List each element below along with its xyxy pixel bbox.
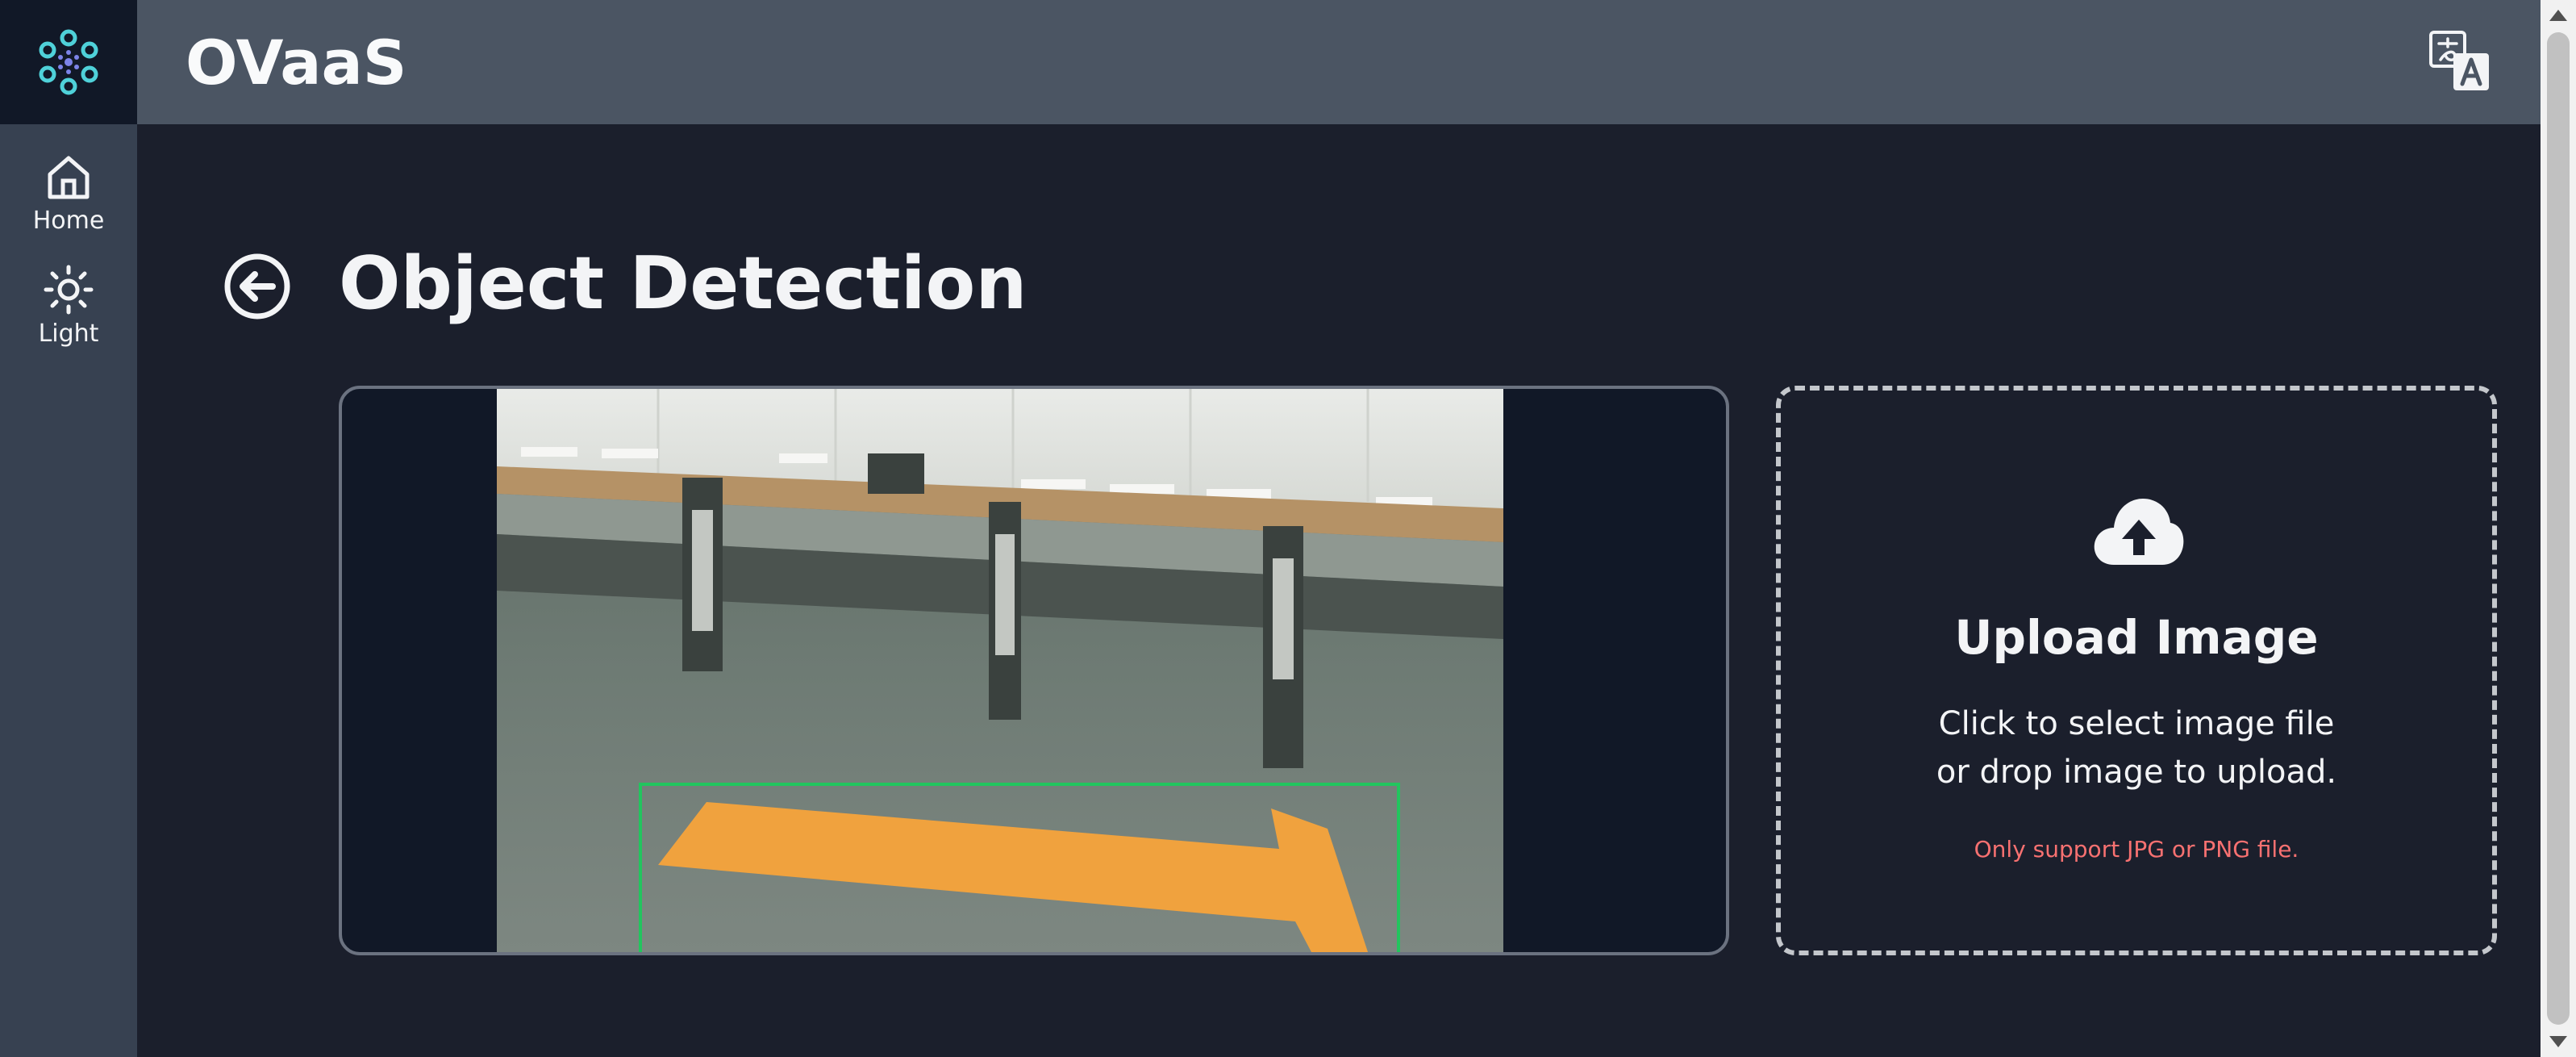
sidebar-item-light[interactable]: Light (0, 265, 137, 348)
sun-icon (44, 265, 94, 315)
logo[interactable] (0, 0, 137, 124)
page-title: Object Detection (339, 241, 1027, 326)
upload-instruction-line1: Click to select image file (1938, 705, 2335, 742)
sidebar: Home Light (0, 0, 137, 1057)
top-bar: OVaaS (137, 0, 2541, 124)
upload-instruction-line2: or drop image to upload. (1936, 754, 2337, 791)
upload-format-note: Only support JPG or PNG file. (1974, 836, 2299, 863)
translate-icon[interactable] (2428, 29, 2492, 94)
detection-result-image (497, 389, 1503, 952)
scroll-up-icon[interactable] (2549, 10, 2567, 21)
vertical-scrollbar[interactable] (2541, 0, 2576, 1057)
home-icon (48, 156, 90, 199)
upload-dropzone[interactable]: Upload Image Click to select image file … (1776, 386, 2497, 955)
result-image-panel (339, 386, 1729, 955)
sidebar-item-label: Light (38, 320, 99, 348)
scroll-thumb[interactable] (2547, 32, 2570, 1025)
sidebar-item-label: Home (32, 207, 105, 235)
app-title: OVaaS (185, 27, 407, 98)
cloud-upload-icon (2094, 499, 2184, 565)
sidebar-item-home[interactable]: Home (0, 152, 137, 235)
logo-icon (39, 29, 98, 95)
upload-title: Upload Image (1954, 610, 2319, 665)
back-button[interactable] (223, 252, 292, 321)
scroll-down-icon[interactable] (2549, 1036, 2567, 1047)
